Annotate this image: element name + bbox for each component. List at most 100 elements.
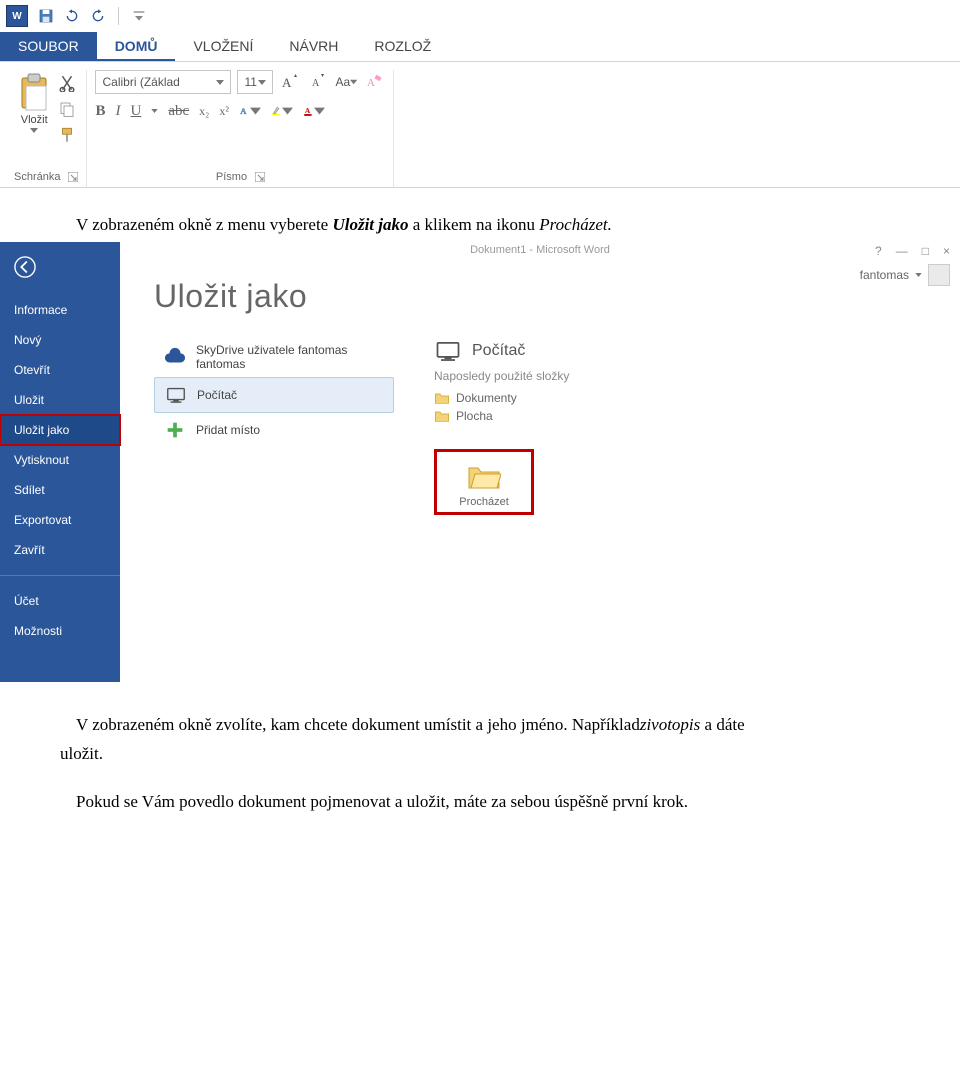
chevron-down-icon: [216, 80, 224, 85]
sidebar-item-export[interactable]: Exportovat: [0, 505, 120, 535]
user-badge[interactable]: fantomas: [860, 264, 950, 286]
window-title: Dokument1 - Microsoft Word: [470, 244, 610, 256]
underline-button[interactable]: U: [131, 103, 142, 120]
browse-button[interactable]: Procházet: [434, 449, 534, 515]
font-family-combo[interactable]: Calibri (Základ: [95, 70, 231, 94]
sidebar-item-open[interactable]: Otevřít: [0, 355, 120, 385]
highlight-icon[interactable]: [271, 100, 293, 122]
instruction-paragraph-1: V zobrazeném okně z menu vyberete Uložit…: [76, 212, 900, 238]
word-app-icon: W: [6, 5, 28, 27]
backstage-sidebar: Informace Nový Otevřít Uložit Uložit jak…: [0, 242, 120, 682]
bold-button[interactable]: B: [95, 103, 105, 120]
ribbon-body: Vložit Schránka Calibri (Základ 11: [0, 62, 960, 188]
chevron-down-icon: [30, 128, 38, 133]
save-locations-column: SkyDrive uživatele fantomasfantomas Počí…: [154, 337, 394, 515]
group-clipboard: Vložit Schránka: [6, 70, 87, 187]
chevron-down-icon: [258, 80, 266, 85]
sidebar-item-info[interactable]: Informace: [0, 295, 120, 325]
recent-folder-documents[interactable]: Dokumenty: [434, 389, 569, 407]
sidebar-item-share[interactable]: Sdílet: [0, 475, 120, 505]
chevron-down-icon: [915, 273, 922, 277]
window-controls: ? — □ ×: [875, 244, 950, 258]
ribbon-tabs: SOUBOR DOMŮ VLOŽENÍ NÁVRH ROZLOŽ: [0, 32, 960, 62]
backstage-screenshot: Informace Nový Otevřít Uložit Uložit jak…: [0, 242, 960, 682]
strikethrough-button[interactable]: abc: [168, 103, 189, 120]
minimize-icon[interactable]: —: [896, 244, 908, 258]
tab-insert[interactable]: VLOŽENÍ: [175, 32, 271, 61]
clipboard-group-label: Schránka: [14, 171, 60, 183]
svg-text:A: A: [240, 106, 247, 116]
cloud-icon: [164, 346, 186, 368]
svg-text:A: A: [282, 75, 292, 90]
chevron-down-icon: [282, 102, 293, 120]
chevron-down-icon: [314, 102, 325, 120]
location-skydrive[interactable]: SkyDrive uživatele fantomasfantomas: [154, 337, 394, 377]
chevron-down-icon: [350, 73, 357, 91]
tab-file[interactable]: SOUBOR: [0, 32, 97, 61]
dialog-launcher-icon[interactable]: [255, 172, 265, 182]
sidebar-item-print[interactable]: Vytisknout: [0, 445, 120, 475]
sidebar-item-save-as[interactable]: Uložit jako: [0, 415, 120, 445]
clipboard-icon: [16, 72, 52, 112]
svg-text:A: A: [312, 78, 320, 89]
save-icon[interactable]: [38, 8, 54, 24]
group-font: Calibri (Základ 11 A A Aa A B I U abc x₂…: [87, 70, 394, 187]
folder-open-icon: [467, 462, 501, 490]
avatar-icon: [928, 264, 950, 286]
tab-home[interactable]: DOMŮ: [97, 32, 176, 61]
paste-button[interactable]: Vložit: [16, 72, 52, 133]
grow-font-icon[interactable]: A: [279, 71, 301, 93]
recent-folder-desktop[interactable]: Plocha: [434, 407, 569, 425]
restore-icon[interactable]: □: [922, 244, 929, 258]
quick-access-toolbar: W: [0, 0, 960, 32]
plus-icon: [164, 419, 186, 441]
sidebar-item-account[interactable]: Účet: [0, 586, 120, 616]
back-button[interactable]: [0, 250, 120, 295]
subscript-button[interactable]: x₂: [199, 104, 209, 119]
sidebar-item-options[interactable]: Možnosti: [0, 616, 120, 646]
font-color-icon[interactable]: A: [303, 100, 325, 122]
chevron-down-icon: [250, 102, 261, 120]
italic-button[interactable]: I: [116, 103, 121, 120]
location-computer[interactable]: Počítač: [154, 377, 394, 413]
cut-icon[interactable]: [58, 74, 76, 92]
redo-icon[interactable]: [90, 8, 106, 24]
location-detail-column: Počítač Naposledy použité složky Dokumen…: [434, 337, 569, 515]
superscript-button[interactable]: x²: [219, 104, 229, 119]
computer-icon: [434, 337, 462, 365]
instruction-paragraph-2b: uložit.: [60, 741, 900, 767]
copy-icon[interactable]: [58, 100, 76, 118]
qat-customize-icon[interactable]: [131, 8, 147, 24]
back-arrow-icon: [14, 256, 36, 278]
instruction-paragraph-3: Pokud se Vám povedlo dokument pojmenovat…: [76, 789, 900, 815]
dialog-launcher-icon[interactable]: [68, 172, 78, 182]
svg-text:A: A: [305, 106, 311, 115]
help-icon[interactable]: ?: [875, 244, 882, 258]
clear-formatting-icon[interactable]: A: [363, 71, 385, 93]
font-size-combo[interactable]: 11: [237, 70, 273, 94]
tab-design[interactable]: NÁVRH: [271, 32, 356, 61]
recent-folders-label: Naposledy použité složky: [434, 369, 569, 383]
change-case-icon[interactable]: Aa: [335, 71, 357, 93]
browse-label: Procházet: [459, 496, 509, 508]
location-add-place[interactable]: Přidat místo: [154, 413, 394, 447]
backstage-heading: Uložit jako: [154, 278, 960, 315]
detail-heading: Počítač: [434, 337, 569, 365]
text-effects-icon[interactable]: A: [239, 100, 261, 122]
chevron-down-icon[interactable]: [151, 109, 158, 113]
sidebar-item-save[interactable]: Uložit: [0, 385, 120, 415]
tab-layout[interactable]: ROZLOŽ: [356, 32, 449, 61]
close-icon[interactable]: ×: [943, 244, 950, 258]
folder-icon: [434, 409, 450, 423]
backstage-main: Dokument1 - Microsoft Word ? — □ × fanto…: [120, 242, 960, 682]
folder-icon: [434, 391, 450, 405]
undo-icon[interactable]: [64, 8, 80, 24]
sidebar-item-new[interactable]: Nový: [0, 325, 120, 355]
format-painter-icon[interactable]: [58, 126, 76, 144]
font-group-label: Písmo: [216, 171, 247, 183]
svg-text:A: A: [367, 77, 375, 89]
word-ribbon-screenshot: W SOUBOR DOMŮ VLOŽENÍ NÁVRH ROZLOŽ Vloži: [0, 0, 960, 188]
shrink-font-icon[interactable]: A: [307, 71, 329, 93]
sidebar-item-close[interactable]: Zavřít: [0, 535, 120, 565]
instruction-paragraph-2: V zobrazeném okně zvolíte, kam chcete do…: [76, 712, 900, 738]
